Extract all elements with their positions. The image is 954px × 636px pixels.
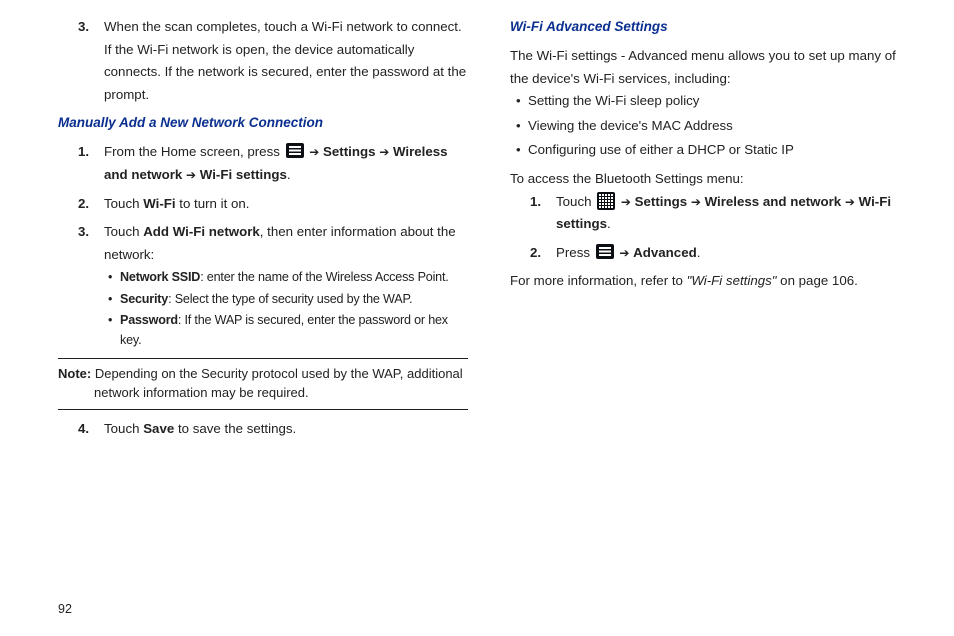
advanced-label: Advanced [633, 245, 697, 260]
scan-complete-step: When the scan completes, touch a Wi-Fi n… [104, 16, 468, 106]
note-label: Note: [58, 366, 91, 381]
wifi-settings-label: Wi-Fi settings [200, 167, 287, 182]
save-label: Save [143, 421, 174, 436]
advanced-step-2: Press ➔ Advanced. [556, 242, 912, 265]
step-text: From the Home screen, press [104, 144, 284, 159]
menu-icon [286, 143, 304, 158]
note-body: Note: Depending on the Security protocol… [58, 365, 468, 403]
list-item: Setting the Wi-Fi sleep policy [518, 90, 912, 113]
wifi-label: Wi-Fi [143, 196, 175, 211]
page: When the scan completes, touch a Wi-Fi n… [0, 0, 954, 636]
manual-step-2: Touch Wi-Fi to turn it on. [104, 193, 468, 216]
step-text: to save the settings. [174, 421, 296, 436]
settings-label: Settings [323, 144, 375, 159]
advanced-steps: Touch ➔ Settings ➔ Wireless and network … [510, 191, 912, 265]
manual-step-4: Touch Save to save the settings. [104, 418, 468, 441]
ssid-label: Network SSID [120, 270, 200, 284]
security-label: Security [120, 292, 168, 306]
note-text: Depending on the Security protocol used … [91, 366, 462, 400]
arrow-icon: ➔ [309, 145, 319, 159]
more-info-ref: For more information, refer to "Wi-Fi se… [510, 270, 912, 293]
advanced-heading: Wi-Fi Advanced Settings [510, 16, 912, 39]
apps-icon [597, 192, 615, 210]
arrow-icon: ➔ [845, 195, 855, 209]
list-item: Network SSID: enter the name of the Wire… [120, 268, 468, 288]
wireless-label: Wireless and network [705, 194, 842, 209]
settings-label: Settings [635, 194, 687, 209]
arrow-icon: ➔ [186, 168, 196, 182]
list-item: Password: If the WAP is secured, enter t… [120, 311, 468, 350]
arrow-icon: ➔ [379, 145, 389, 159]
manual-add-heading: Manually Add a New Network Connection [58, 112, 468, 135]
list-item: Security: Select the type of security us… [120, 290, 468, 310]
page-number: 92 [58, 594, 914, 616]
period: . [607, 216, 611, 231]
step-text: Touch [104, 196, 143, 211]
advanced-intro: The Wi-Fi settings - Advanced menu allow… [510, 45, 912, 90]
note-box: Note: Depending on the Security protocol… [58, 358, 468, 410]
list-item: Viewing the device's MAC Address [518, 115, 912, 138]
step-text: Press [556, 245, 594, 260]
add-wifi-label: Add Wi-Fi network [143, 224, 260, 239]
security-desc: : Select the type of security used by th… [168, 292, 412, 306]
advanced-bullets: Setting the Wi-Fi sleep policy Viewing t… [510, 90, 912, 162]
manual-add-steps-cont: Touch Save to save the settings. [58, 418, 468, 441]
manual-step-1: From the Home screen, press ➔ Settings ➔… [104, 141, 468, 186]
left-column: When the scan completes, touch a Wi-Fi n… [58, 16, 468, 594]
password-label: Password [120, 313, 178, 327]
continuing-steps: When the scan completes, touch a Wi-Fi n… [58, 16, 468, 106]
columns: When the scan completes, touch a Wi-Fi n… [58, 16, 914, 594]
manual-add-steps: From the Home screen, press ➔ Settings ➔… [58, 141, 468, 350]
ref-title: "Wi-Fi settings" [687, 273, 781, 288]
step-text: Touch [104, 224, 143, 239]
right-column: Wi-Fi Advanced Settings The Wi-Fi settin… [510, 16, 912, 594]
manual-step-3: Touch Add Wi-Fi network, then enter info… [104, 221, 468, 350]
step-text: When the scan completes, touch a Wi-Fi n… [104, 19, 466, 102]
ref-page: on page 106. [780, 273, 858, 288]
arrow-icon: ➔ [691, 195, 701, 209]
ssid-desc: : enter the name of the Wireless Access … [200, 270, 448, 284]
step-text: Touch [104, 421, 143, 436]
arrow-icon: ➔ [621, 195, 631, 209]
ref-text: For more information, refer to [510, 273, 687, 288]
period: . [287, 167, 291, 182]
step-text: to turn it on. [176, 196, 250, 211]
arrow-icon: ➔ [619, 246, 629, 260]
access-intro: To access the Bluetooth Settings menu: [510, 168, 912, 191]
step-text: Touch [556, 194, 595, 209]
advanced-step-1: Touch ➔ Settings ➔ Wireless and network … [556, 191, 912, 236]
menu-icon [596, 244, 614, 259]
period: . [697, 245, 701, 260]
network-fields-list: Network SSID: enter the name of the Wire… [104, 268, 468, 350]
list-item: Configuring use of either a DHCP or Stat… [518, 139, 912, 162]
